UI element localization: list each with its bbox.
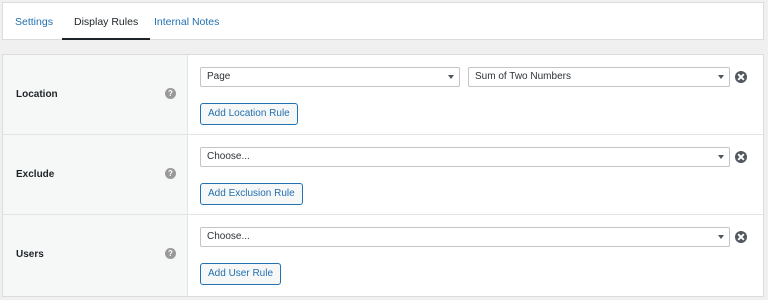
tab-internal-notes[interactable]: Internal Notes — [154, 3, 219, 40]
location-rule-row: Location ? Page Sum of Two Numbers Add L… — [3, 55, 763, 135]
chevron-down-icon — [448, 75, 454, 79]
tab-display-rules[interactable]: Display Rules — [62, 3, 151, 40]
users-rule-row: Users ? Choose... Add User Rule — [3, 215, 763, 296]
tab-settings[interactable]: Settings — [15, 3, 53, 40]
location-label: Location — [16, 89, 58, 100]
users-remove-icon[interactable] — [735, 231, 747, 243]
users-label-cell: Users ? — [3, 215, 188, 296]
exclude-select-value: Choose... — [207, 151, 250, 162]
chevron-down-icon — [718, 75, 724, 79]
display-rules-panel: Location ? Page Sum of Two Numbers Add L… — [2, 54, 764, 297]
add-exclusion-rule-button[interactable]: Add Exclusion Rule — [200, 183, 303, 205]
location-value-text: Sum of Two Numbers — [475, 71, 571, 82]
exclude-label: Exclude — [16, 169, 55, 180]
location-label-cell: Location ? — [3, 55, 188, 134]
exclude-rule-row: Exclude ? Choose... Add Exclusion Rule — [3, 135, 763, 215]
tab-bar: Settings Display Rules Internal Notes — [2, 2, 764, 40]
location-remove-icon[interactable] — [735, 71, 747, 83]
users-select[interactable]: Choose... — [200, 227, 730, 247]
location-type-value: Page — [207, 71, 231, 82]
location-type-select[interactable]: Page — [200, 67, 460, 87]
chevron-down-icon — [718, 155, 724, 159]
exclude-select[interactable]: Choose... — [200, 147, 730, 167]
location-help-icon[interactable]: ? — [165, 88, 176, 99]
location-value-select[interactable]: Sum of Two Numbers — [468, 67, 730, 87]
add-user-rule-button[interactable]: Add User Rule — [200, 263, 282, 285]
exclude-help-icon[interactable]: ? — [165, 168, 176, 179]
exclude-label-cell: Exclude ? — [3, 135, 188, 214]
users-help-icon[interactable]: ? — [165, 248, 176, 259]
add-location-rule-button[interactable]: Add Location Rule — [200, 103, 298, 125]
chevron-down-icon — [718, 235, 724, 239]
users-select-value: Choose... — [207, 231, 250, 242]
users-label: Users — [16, 249, 44, 260]
exclude-remove-icon[interactable] — [735, 151, 747, 163]
